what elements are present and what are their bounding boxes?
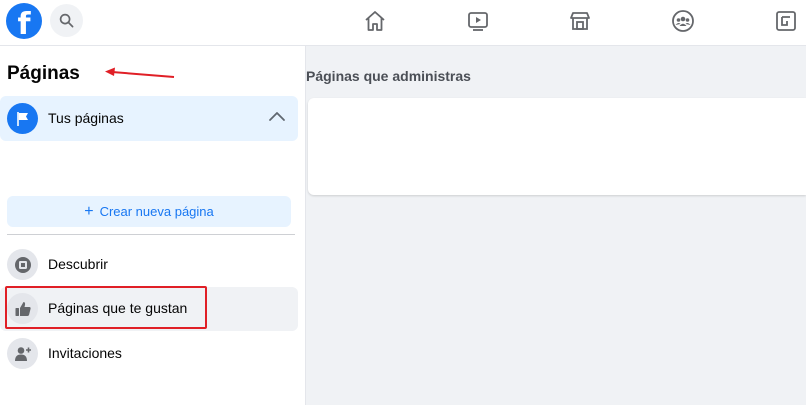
sidebar-item-paginas-que-te-gustan[interactable]: Páginas que te gustan xyxy=(0,287,298,331)
home-icon xyxy=(365,11,385,31)
sidebar-item-descubrir[interactable]: Descubrir xyxy=(0,243,298,287)
thumbs-up-icon xyxy=(7,293,38,324)
sidebar-item-label: Páginas que te gustan xyxy=(48,300,188,316)
search-button[interactable] xyxy=(50,4,83,37)
sidebar-item-invitaciones[interactable]: Invitaciones xyxy=(0,332,298,376)
top-navigation-bar: f xyxy=(0,0,806,46)
chevron-up-icon[interactable] xyxy=(268,110,286,124)
managed-pages-card xyxy=(308,98,806,195)
flag-icon xyxy=(7,103,38,134)
sidebar-divider xyxy=(7,234,295,235)
create-page-button[interactable]: + Crear nueva página xyxy=(7,196,291,227)
annotation-arrow-icon xyxy=(105,67,175,78)
tus-paginas-section[interactable]: Tus páginas xyxy=(0,96,298,141)
facebook-logo[interactable]: f xyxy=(6,3,42,39)
groups-icon xyxy=(672,10,694,32)
create-page-label: Crear nueva página xyxy=(99,204,214,219)
gaming-icon xyxy=(776,11,796,31)
sidebar-title: Páginas xyxy=(7,63,80,84)
nav-watch[interactable] xyxy=(465,8,491,34)
tus-paginas-label: Tus páginas xyxy=(48,110,124,126)
sidebar-item-label: Invitaciones xyxy=(48,345,122,361)
marketplace-icon xyxy=(570,12,590,30)
nav-marketplace[interactable] xyxy=(567,8,593,34)
facebook-logo-letter: f xyxy=(17,7,31,39)
nav-gaming[interactable] xyxy=(773,8,799,34)
plus-icon: + xyxy=(84,202,94,220)
main-section-heading: Páginas que administras xyxy=(306,68,471,84)
pages-sidebar: Páginas Tus páginas + Crear nueva página xyxy=(0,46,306,405)
invite-person-icon xyxy=(7,338,38,369)
nav-groups[interactable] xyxy=(670,8,696,34)
search-icon xyxy=(59,13,74,28)
watch-icon xyxy=(468,12,488,31)
nav-home[interactable] xyxy=(362,8,388,34)
discover-icon xyxy=(7,249,38,280)
sidebar-item-label: Descubrir xyxy=(48,256,108,272)
